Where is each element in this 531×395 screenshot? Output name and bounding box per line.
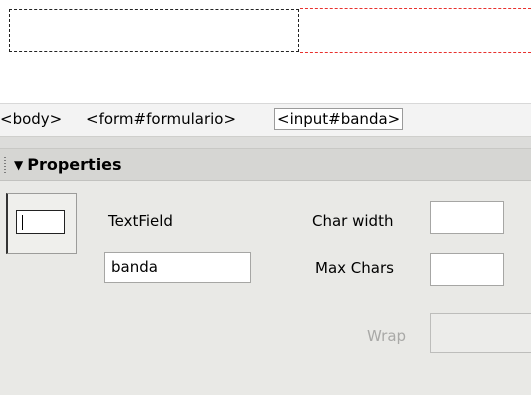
char-width-input[interactable]	[430, 201, 504, 234]
form-boundary-bottom	[300, 52, 531, 53]
gripper-icon[interactable]	[4, 157, 6, 173]
wrap-label: Wrap	[367, 327, 407, 345]
wrap-select	[430, 313, 531, 353]
tag-selector-bar: <body> <form#formulario> <input#banda>	[0, 103, 531, 136]
tag-input-selected[interactable]: <input#banda>	[274, 108, 404, 130]
text-cursor-icon	[22, 215, 23, 230]
selected-textfield-outline[interactable]	[9, 9, 299, 52]
properties-body: TextField banda Char width Max Chars Wra…	[0, 181, 531, 395]
form-boundary-top	[300, 8, 531, 9]
design-view[interactable]	[0, 0, 531, 103]
properties-panel: ▼ Properties TextField banda Char width M…	[0, 136, 531, 395]
element-type-label: TextField	[108, 212, 173, 230]
textfield-icon	[16, 210, 65, 234]
tag-form[interactable]: <form#formulario>	[86, 110, 236, 128]
textfield-name-input[interactable]: banda	[104, 252, 251, 283]
tag-body[interactable]: <body>	[0, 110, 62, 128]
collapse-arrow-icon[interactable]: ▼	[14, 158, 23, 172]
panel-title-label: Properties	[27, 155, 122, 174]
properties-panel-header[interactable]: ▼ Properties	[0, 148, 531, 181]
panel-title[interactable]: ▼ Properties	[14, 155, 122, 174]
max-chars-input[interactable]	[430, 253, 504, 286]
textfield-type-icon	[6, 193, 77, 254]
char-width-label: Char width	[312, 212, 394, 230]
max-chars-label: Max Chars	[315, 259, 394, 277]
